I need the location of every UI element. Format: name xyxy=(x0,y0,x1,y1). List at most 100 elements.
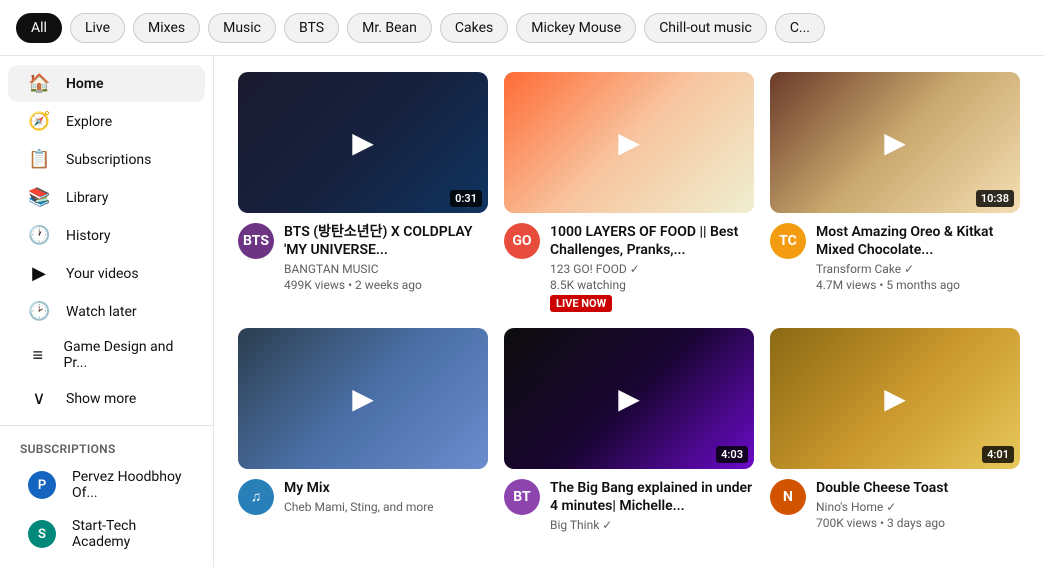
library-icon: 📚 xyxy=(28,187,50,208)
video-info-oreo-kitkat: Most Amazing Oreo & Kitkat Mixed Chocola… xyxy=(816,223,1020,292)
main-layout: 🏠 Home 🧭 Explore 📋 Subscriptions 📚 Library 🕐 Hist… xyxy=(0,56,1044,567)
sidebar-label: Game Design and Pr... xyxy=(63,339,185,371)
video-card-cheese-toast[interactable]: ▶4:01 N Double Cheese Toast Nino's Home ✓ 70… xyxy=(770,328,1020,534)
thumbnail-image-my-mix: ▶ xyxy=(238,328,488,469)
watch-later-icon: 🕑 xyxy=(28,301,50,322)
video-stats-bts-coldplay: 499K views • 2 weeks ago xyxy=(284,278,488,292)
video-title-cheese-toast: Double Cheese Toast xyxy=(816,479,1020,497)
video-meta-bts-coldplay: BTS BTS (방탄소년단) X COLDPLAY 'MY UNIVERSE..… xyxy=(238,223,488,292)
video-info-big-bang: The Big Bang explained in under 4 minute… xyxy=(550,479,754,534)
sidebar-item-your-videos[interactable]: ▶ Your videos xyxy=(8,255,205,292)
sub-label: Pervez Hoodbhoy Of... xyxy=(72,469,185,501)
video-grid: ▶0:31BTSBTS (방탄소년단) X COLDPLAY 'MY UNIVE… xyxy=(238,72,1020,534)
duration-badge-cheese-toast: 4:01 xyxy=(982,446,1014,463)
thumbnail-big-bang: ▶4:03 xyxy=(504,328,754,469)
video-channel-bts-coldplay: BANGTAN MUSIC xyxy=(284,262,488,276)
sidebar-label: Watch later xyxy=(66,304,137,320)
sidebar-label: Your videos xyxy=(66,266,139,282)
video-title-big-bang: The Big Bang explained in under 4 minute… xyxy=(550,479,754,515)
subscriptions-title: SUBSCRIPTIONS xyxy=(0,434,213,460)
sidebar-item-game-design[interactable]: ≡ Game Design and Pr... xyxy=(8,331,205,379)
video-info-bts-coldplay: BTS (방탄소년단) X COLDPLAY 'MY UNIVERSE... BA… xyxy=(284,223,488,292)
thumbnail-cheese-toast: ▶4:01 xyxy=(770,328,1020,469)
subscriptions-icon: 📋 xyxy=(28,149,50,170)
sidebar-label: Show more xyxy=(66,391,136,407)
video-card-my-mix[interactable]: ▶ ♫ My Mix Cheb Mami, Sting, and more xyxy=(238,328,488,534)
sidebar-label: Home xyxy=(66,76,104,92)
video-meta-oreo-kitkat: TC Most Amazing Oreo & Kitkat Mixed Choco… xyxy=(770,223,1020,292)
sidebar-item-home[interactable]: 🏠 Home xyxy=(8,65,205,102)
video-meta-my-mix: ♫ My Mix Cheb Mami, Sting, and more xyxy=(238,479,488,516)
filter-pill-music[interactable]: Music xyxy=(208,13,276,43)
sidebar-item-subscriptions[interactable]: 📋 Subscriptions xyxy=(8,141,205,178)
explore-icon: 🧭 xyxy=(28,111,50,132)
duration-badge-oreo-kitkat: 10:38 xyxy=(976,190,1014,207)
channel-avatar-my-mix: ♫ xyxy=(238,479,274,515)
live-badge-1000-layers: LIVE NOW xyxy=(550,295,612,312)
video-title-oreo-kitkat: Most Amazing Oreo & Kitkat Mixed Chocola… xyxy=(816,223,1020,259)
filter-pill-mixes[interactable]: Mixes xyxy=(133,13,200,43)
your-videos-icon: ▶ xyxy=(28,263,50,284)
sidebar-item-show-more[interactable]: ∨Show more xyxy=(8,380,205,417)
video-meta-1000-layers: GO 1000 LAYERS OF FOOD || Best Challenges… xyxy=(504,223,754,312)
thumbnail-my-mix: ▶ xyxy=(238,328,488,469)
filter-pill-all[interactable]: All xyxy=(16,13,62,43)
video-card-1000-layers[interactable]: ▶ GO 1000 LAYERS OF FOOD || Best Challenge… xyxy=(504,72,754,312)
game-design-icon: ≡ xyxy=(28,345,47,366)
sidebar-label: History xyxy=(66,228,111,244)
filter-pill-mickey-mouse[interactable]: Mickey Mouse xyxy=(516,13,636,43)
video-title-1000-layers: 1000 LAYERS OF FOOD || Best Challenges, … xyxy=(550,223,754,259)
video-card-big-bang[interactable]: ▶4:03 BT The Big Bang explained in under 4… xyxy=(504,328,754,534)
pervez-avatar: P xyxy=(28,471,56,499)
duration-badge-big-bang: 4:03 xyxy=(716,446,748,463)
video-channel-oreo-kitkat: Transform Cake ✓ xyxy=(816,262,1020,276)
sidebar-sub-nvidia[interactable]: NNVIDIA xyxy=(8,559,205,567)
video-channel-big-bang: Big Think ✓ xyxy=(550,518,754,532)
video-stats-oreo-kitkat: 4.7M views • 5 months ago xyxy=(816,278,1020,292)
thumbnail-oreo-kitkat: ▶10:38 xyxy=(770,72,1020,213)
sidebar-item-history[interactable]: 🕐 History xyxy=(8,217,205,254)
filter-pill-c...[interactable]: C... xyxy=(775,13,825,43)
filter-pill-mr.-bean[interactable]: Mr. Bean xyxy=(347,13,432,43)
sidebar-label: Explore xyxy=(66,114,112,130)
filter-pill-live[interactable]: Live xyxy=(70,13,125,43)
thumbnail-bts-coldplay: ▶0:31 xyxy=(238,72,488,213)
video-channel-1000-layers: 123 GO! FOOD ✓ xyxy=(550,262,754,276)
sidebar-sub-start-tech[interactable]: S Start-Tech Academy xyxy=(8,510,205,558)
video-title-my-mix: My Mix xyxy=(284,479,488,497)
video-meta-big-bang: BT The Big Bang explained in under 4 minu… xyxy=(504,479,754,534)
video-channel-cheese-toast: Nino's Home ✓ xyxy=(816,500,1020,514)
video-stats-cheese-toast: 700K views • 3 days ago xyxy=(816,516,1020,530)
filter-pill-bts[interactable]: BTS xyxy=(284,13,339,43)
video-info-1000-layers: 1000 LAYERS OF FOOD || Best Challenges, … xyxy=(550,223,754,312)
video-meta-cheese-toast: N Double Cheese Toast Nino's Home ✓ 700K vi… xyxy=(770,479,1020,530)
video-info-my-mix: My Mix Cheb Mami, Sting, and more xyxy=(284,479,488,516)
channel-avatar-cheese-toast: N xyxy=(770,479,806,515)
sidebar: 🏠 Home 🧭 Explore 📋 Subscriptions 📚 Library 🕐 Hist… xyxy=(0,56,214,567)
video-card-bts-coldplay[interactable]: ▶0:31 BTS BTS (방탄소년단) X COLDPLAY 'MY UNIVE… xyxy=(238,72,488,312)
start-tech-avatar: S xyxy=(28,520,56,548)
channel-avatar-oreo-kitkat: TC xyxy=(770,223,806,259)
sidebar-item-library[interactable]: 📚 Library xyxy=(8,179,205,216)
video-title-bts-coldplay: BTS (방탄소년단) X COLDPLAY 'MY UNIVERSE... xyxy=(284,223,488,259)
content-area: ▶0:31BTSBTS (방탄소년단) X COLDPLAY 'MY UNIVE… xyxy=(214,56,1044,567)
filter-pill-chill-out-music[interactable]: Chill-out music xyxy=(644,13,767,43)
video-card-oreo-kitkat[interactable]: ▶10:38 TC Most Amazing Oreo & Kitkat Mixed… xyxy=(770,72,1020,312)
channel-avatar-big-bang: BT xyxy=(504,479,540,515)
channel-avatar-bts-coldplay: BTS xyxy=(238,223,274,259)
sidebar-sub-pervez[interactable]: P Pervez Hoodbhoy Of... xyxy=(8,461,205,509)
sidebar-label: Subscriptions xyxy=(66,152,151,168)
home-icon: 🏠 xyxy=(28,73,50,94)
history-icon: 🕐 xyxy=(28,225,50,246)
thumbnail-image-1000-layers: ▶ xyxy=(504,72,754,213)
video-stats-1000-layers: 8.5K watching xyxy=(550,278,754,292)
video-info-cheese-toast: Double Cheese Toast Nino's Home ✓ 700K vie… xyxy=(816,479,1020,530)
channel-avatar-1000-layers: GO xyxy=(504,223,540,259)
duration-badge-bts-coldplay: 0:31 xyxy=(450,190,482,207)
sidebar-item-explore[interactable]: 🧭 Explore xyxy=(8,103,205,140)
sidebar-label: Library xyxy=(66,190,108,206)
filter-pill-cakes[interactable]: Cakes xyxy=(440,13,508,43)
video-channel-my-mix: Cheb Mami, Sting, and more xyxy=(284,500,488,514)
sidebar-item-watch-later[interactable]: 🕑 Watch later xyxy=(8,293,205,330)
sub-label: Start-Tech Academy xyxy=(72,518,185,550)
